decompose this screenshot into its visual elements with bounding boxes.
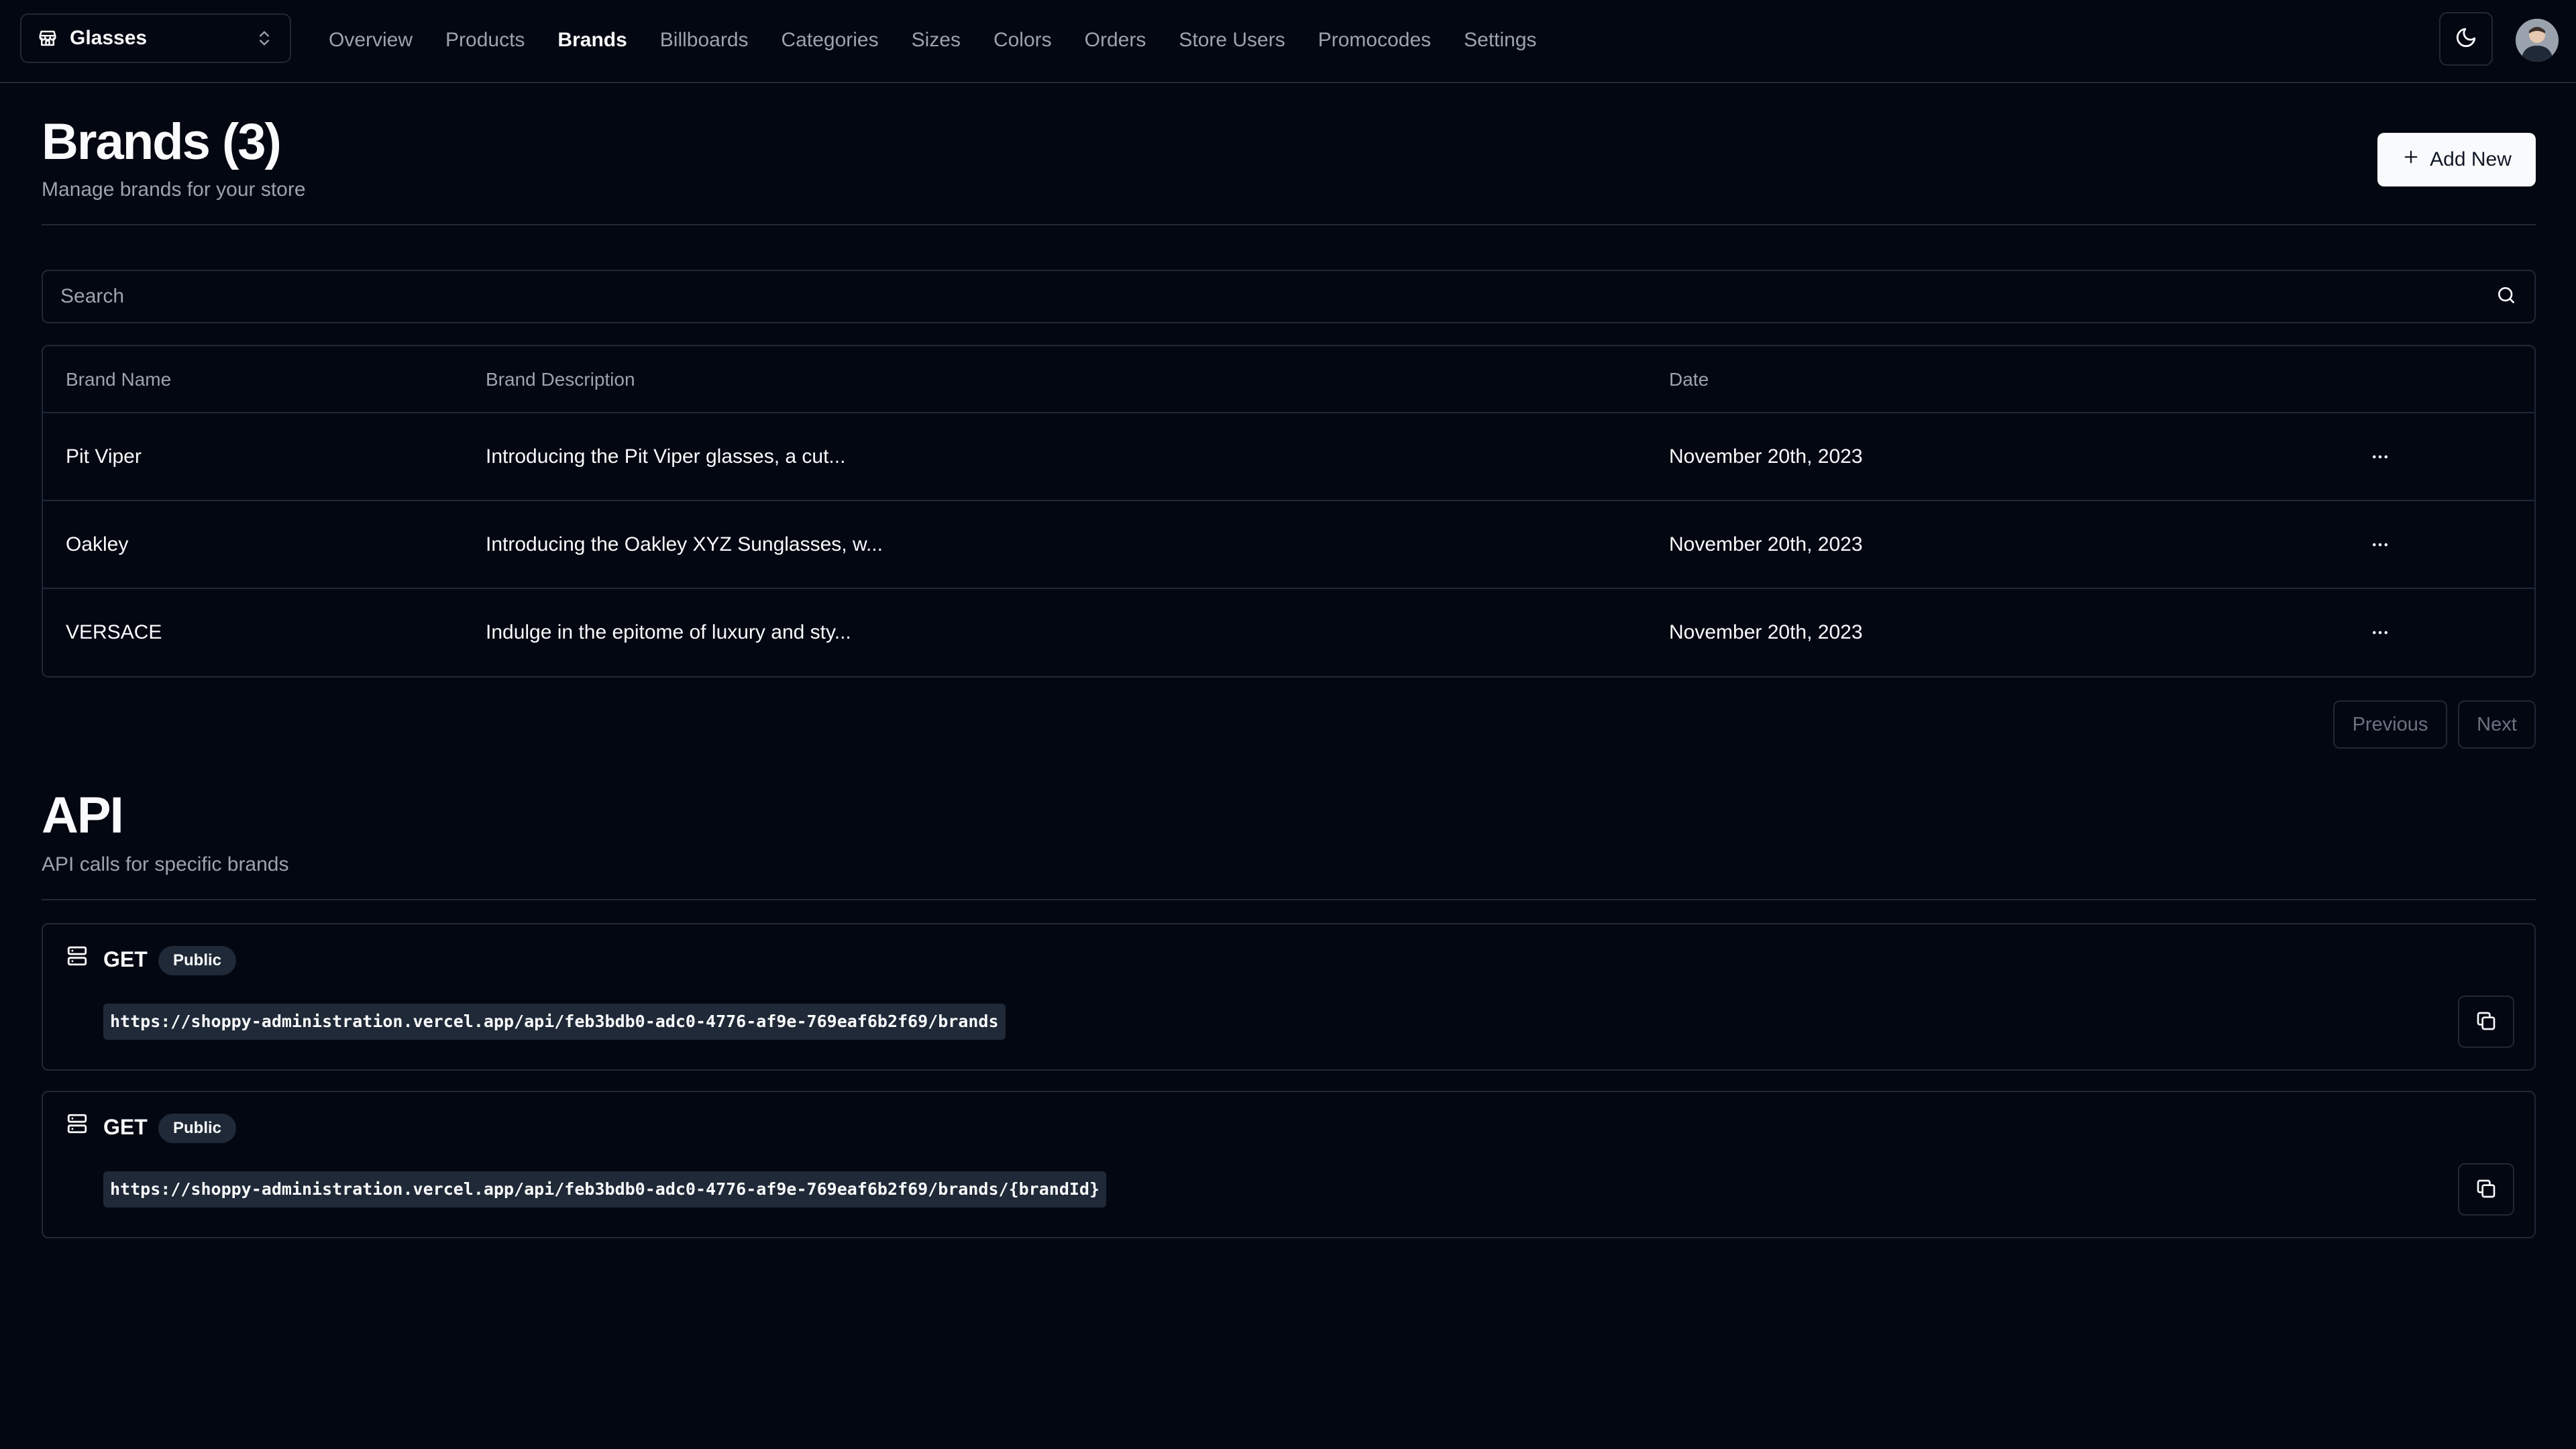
date-cell: November 20th, 2023 bbox=[1669, 533, 1863, 555]
api-endpoint-card: GET Public https://shoppy-administration… bbox=[42, 1091, 2536, 1238]
add-new-label: Add New bbox=[2430, 148, 2512, 170]
column-header-date: Date bbox=[1669, 369, 1709, 390]
server-icon bbox=[66, 945, 89, 971]
brand-name-cell: Oakley bbox=[66, 533, 129, 555]
brand-name-cell: VERSACE bbox=[66, 621, 162, 643]
api-method: GET bbox=[103, 1115, 148, 1139]
page-subtitle: Manage brands for your store bbox=[42, 178, 306, 201]
user-avatar[interactable] bbox=[2516, 19, 2559, 62]
nav-store-users[interactable]: Store Users bbox=[1179, 29, 1285, 52]
table-row: VERSACE Indulge in the epitome of luxury… bbox=[43, 589, 2534, 676]
api-method: GET bbox=[103, 947, 148, 971]
plus-icon bbox=[2402, 148, 2420, 172]
nav-products[interactable]: Products bbox=[445, 29, 525, 52]
brand-description-cell: Introducing the Pit Viper glasses, a cut… bbox=[486, 445, 846, 468]
page-title: Brands (3) bbox=[42, 113, 282, 170]
brand-description-cell: Introducing the Oakley XYZ Sunglasses, w… bbox=[486, 533, 883, 555]
copy-icon bbox=[2475, 1178, 2497, 1201]
store-icon bbox=[38, 28, 58, 48]
access-badge: Public bbox=[158, 1114, 237, 1143]
nav-sizes[interactable]: Sizes bbox=[912, 29, 961, 52]
nav-overview[interactable]: Overview bbox=[329, 29, 413, 52]
table-header: Brand Name Brand Description Date bbox=[43, 346, 2534, 413]
api-divider bbox=[42, 899, 2536, 900]
access-badge: Public bbox=[158, 946, 237, 975]
date-cell: November 20th, 2023 bbox=[1669, 445, 1863, 468]
chevrons-up-down-icon bbox=[255, 29, 274, 48]
column-header-brand-name: Brand Name bbox=[66, 369, 172, 390]
brands-table: Brand Name Brand Description Date Pit Vi… bbox=[42, 345, 2536, 678]
date-cell: November 20th, 2023 bbox=[1669, 621, 1863, 643]
api-section-subtitle: API calls for specific brands bbox=[42, 853, 289, 875]
next-page-button[interactable]: Next bbox=[2458, 700, 2536, 749]
nav-orders[interactable]: Orders bbox=[1085, 29, 1146, 52]
top-navigation-bar: Glasses Overview Products Brands Billboa… bbox=[0, 0, 2576, 83]
api-endpoint-card: GET Public https://shoppy-administration… bbox=[42, 923, 2536, 1071]
table-row: Pit Viper Introducing the Pit Viper glas… bbox=[43, 413, 2534, 501]
nav-settings[interactable]: Settings bbox=[1464, 29, 1536, 52]
more-horizontal-icon[interactable] bbox=[2365, 618, 2395, 647]
nav-brands[interactable]: Brands bbox=[557, 29, 627, 52]
api-url: https://shoppy-administration.vercel.app… bbox=[103, 1171, 1107, 1208]
nav-colors[interactable]: Colors bbox=[994, 29, 1052, 52]
moon-icon bbox=[2455, 26, 2477, 52]
copy-icon bbox=[2475, 1010, 2497, 1034]
store-switcher[interactable]: Glasses bbox=[20, 13, 291, 63]
nav-promocodes[interactable]: Promocodes bbox=[1318, 29, 1431, 52]
column-header-brand-description: Brand Description bbox=[486, 369, 635, 390]
brand-description-cell: Indulge in the epitome of luxury and sty… bbox=[486, 621, 851, 643]
more-horizontal-icon[interactable] bbox=[2365, 442, 2395, 472]
copy-url-button[interactable] bbox=[2458, 996, 2514, 1048]
api-url: https://shoppy-administration.vercel.app… bbox=[103, 1004, 1006, 1040]
nav-billboards[interactable]: Billboards bbox=[660, 29, 749, 52]
table-row: Oakley Introducing the Oakley XYZ Sungla… bbox=[43, 501, 2534, 589]
main-nav: Overview Products Brands Billboards Cate… bbox=[329, 0, 1537, 80]
more-horizontal-icon[interactable] bbox=[2365, 530, 2395, 559]
store-name: Glasses bbox=[70, 27, 148, 49]
theme-toggle-button[interactable] bbox=[2439, 12, 2493, 66]
header-divider bbox=[42, 224, 2536, 225]
copy-url-button[interactable] bbox=[2458, 1163, 2514, 1216]
server-icon bbox=[66, 1112, 89, 1138]
api-section-title: API bbox=[42, 787, 124, 844]
search-input[interactable] bbox=[60, 285, 2496, 308]
add-new-button[interactable]: Add New bbox=[2377, 133, 2536, 186]
nav-categories[interactable]: Categories bbox=[782, 29, 879, 52]
search-bar bbox=[42, 270, 2536, 323]
previous-page-button[interactable]: Previous bbox=[2333, 700, 2447, 749]
brand-name-cell: Pit Viper bbox=[66, 445, 142, 468]
search-icon[interactable] bbox=[2496, 284, 2517, 309]
